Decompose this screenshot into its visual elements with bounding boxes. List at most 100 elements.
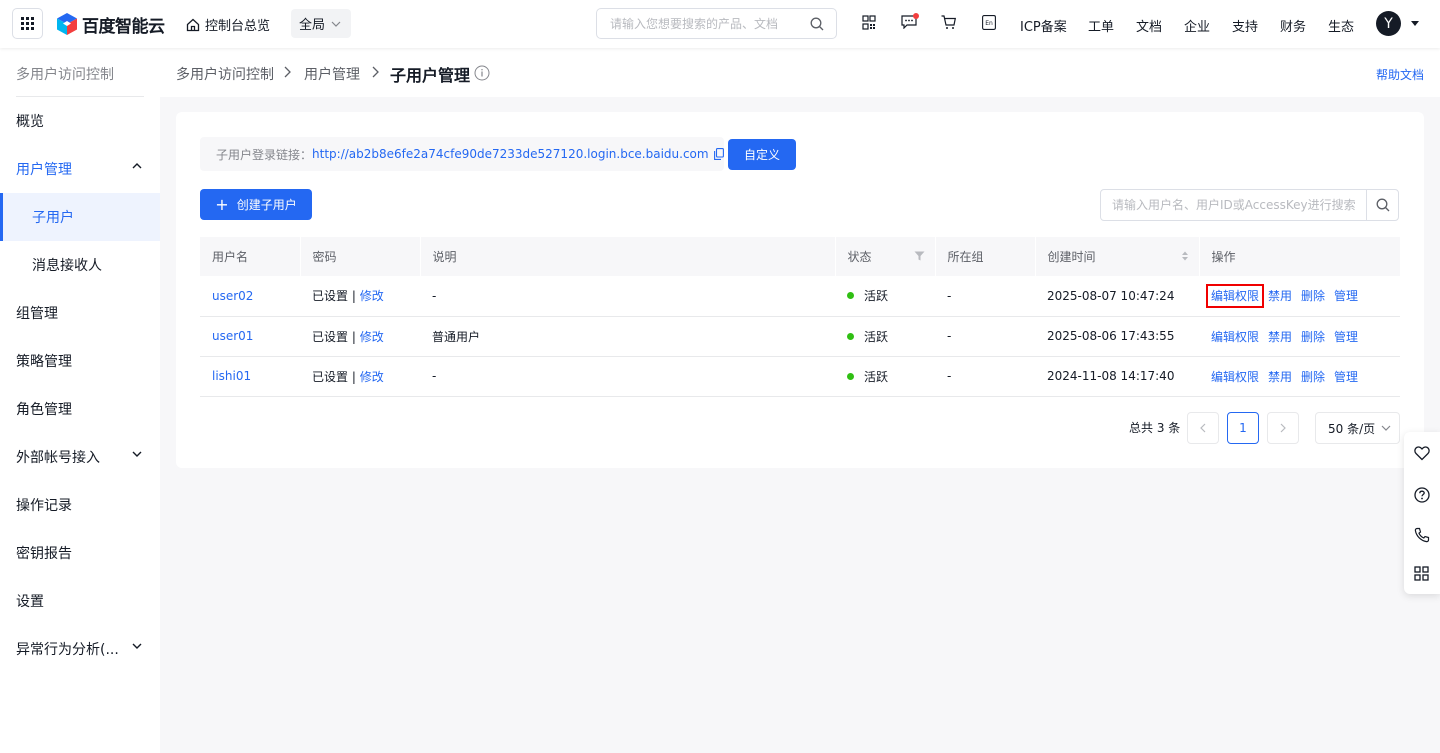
qrcode-icon[interactable]	[862, 15, 876, 30]
nav-ticket[interactable]: 工单	[1088, 16, 1114, 35]
home-icon	[186, 18, 200, 31]
chevron-right-icon	[372, 66, 379, 78]
edit-permission-link[interactable]: 编辑权限	[1211, 330, 1259, 344]
disable-link[interactable]: 禁用	[1268, 370, 1292, 384]
table-row: user01 已设置 | 修改 普通用户 活跃 - 2025-08-06 17:…	[200, 316, 1400, 356]
create-sub-user-button[interactable]: + 创建子用户	[200, 189, 312, 220]
sidebar-item-policy-management[interactable]: 策略管理	[0, 337, 160, 385]
user-avatar[interactable]: Y	[1376, 11, 1401, 36]
username-link[interactable]: user01	[212, 329, 253, 343]
chevron-down-icon	[1381, 425, 1391, 431]
created-time-cell: 2024-11-08 14:17:40	[1047, 369, 1175, 383]
breadcrumb-item[interactable]: 多用户访问控制	[176, 64, 274, 84]
sidebar-item-external-accounts[interactable]: 外部帐号接入	[0, 433, 160, 481]
disable-link[interactable]: 禁用	[1268, 330, 1292, 344]
user-search-input[interactable]	[1101, 190, 1365, 220]
column-header-group: 所在组	[934, 237, 1035, 276]
status-text: 活跃	[864, 329, 889, 344]
apps-grid-button[interactable]	[12, 8, 43, 39]
manage-link[interactable]: 管理	[1334, 330, 1358, 344]
sidebar-item-settings[interactable]: 设置	[0, 577, 160, 625]
nav-finance[interactable]: 财务	[1280, 16, 1306, 35]
help-docs-link[interactable]: 帮助文档	[1376, 66, 1424, 83]
group-cell: -	[947, 288, 952, 303]
sidebar-item-group-management[interactable]: 组管理	[0, 289, 160, 337]
user-search-button[interactable]	[1366, 190, 1398, 220]
delete-link[interactable]: 删除	[1301, 370, 1325, 384]
password-status: 已设置	[312, 369, 349, 384]
sidebar-item-role-management[interactable]: 角色管理	[0, 385, 160, 433]
console-overview-link[interactable]: 控制台总览	[186, 15, 270, 34]
nav-ecosystem[interactable]: 生态	[1328, 16, 1354, 35]
sidebar-item-label: 外部帐号接入	[16, 450, 100, 466]
customize-button[interactable]: 自定义	[728, 139, 796, 170]
sub-user-table: 用户名 密码 说明 状态 所在组 创建时间 操作 user02 已设置 | 修改…	[200, 237, 1400, 397]
language-en-icon[interactable]: En	[982, 15, 996, 30]
sidebar-item-label: 用户管理	[16, 162, 72, 178]
delete-link[interactable]: 删除	[1301, 289, 1325, 303]
caret-down-icon[interactable]	[1411, 21, 1419, 26]
table-row: lishi01 已设置 | 修改 - 活跃 - 2024-11-08 14:17…	[200, 356, 1400, 396]
description-cell: -	[432, 369, 437, 383]
unread-dot	[913, 13, 919, 19]
username-link[interactable]: lishi01	[212, 369, 251, 383]
manage-link[interactable]: 管理	[1334, 370, 1358, 384]
login-link-box: 子用户登录链接： http://ab2b8e6fe2a74cfe90de7233…	[200, 137, 724, 171]
modify-password-link[interactable]: 修改	[360, 330, 384, 344]
page-size-value: 50 条/页	[1328, 421, 1376, 436]
sidebar-item-label: 消息接收人	[32, 258, 102, 274]
page-size-select[interactable]: 50 条/页	[1315, 412, 1400, 444]
sidebar-item-message-receivers[interactable]: 消息接收人	[0, 241, 160, 289]
table-header-row: 用户名 密码 说明 状态 所在组 创建时间 操作	[200, 237, 1400, 276]
cart-icon[interactable]	[941, 15, 956, 30]
sidebar-item-anomaly-analysis[interactable]: 异常行为分析(...	[0, 625, 160, 673]
edit-permission-link[interactable]: 编辑权限	[1205, 284, 1265, 309]
login-link-label: 子用户登录链接：	[216, 147, 313, 162]
favorite-icon[interactable]	[1414, 446, 1430, 461]
user-search-box	[1100, 189, 1399, 221]
region-select[interactable]: 全局	[291, 9, 351, 38]
search-icon[interactable]	[810, 17, 824, 31]
sidebar-item-label: 角色管理	[16, 402, 72, 418]
sidebar-item-operation-log[interactable]: 操作记录	[0, 481, 160, 529]
nav-enterprise[interactable]: 企业	[1184, 16, 1210, 35]
info-icon[interactable]	[474, 65, 490, 81]
modify-password-link[interactable]: 修改	[360, 370, 384, 384]
apps-icon[interactable]	[1414, 566, 1429, 581]
delete-link[interactable]: 删除	[1301, 330, 1325, 344]
username-link[interactable]: user02	[212, 289, 253, 303]
pagination-total: 总共 3 条	[1129, 421, 1181, 435]
help-icon[interactable]	[1414, 487, 1430, 503]
pagination-page-button[interactable]: 1	[1227, 412, 1259, 444]
login-link-url[interactable]: http://ab2b8e6fe2a74cfe90de7233de527120.…	[312, 147, 709, 161]
status-text: 活跃	[864, 369, 889, 384]
modify-password-link[interactable]: 修改	[360, 289, 384, 303]
page-title: 子用户管理	[390, 66, 471, 85]
pagination-prev-button[interactable]	[1187, 412, 1219, 444]
region-value: 全局	[299, 18, 326, 33]
logo-cube-icon	[57, 13, 77, 35]
phone-icon[interactable]	[1414, 527, 1430, 543]
pagination-next-button[interactable]	[1267, 412, 1299, 444]
chevron-right-icon	[1280, 423, 1286, 433]
sidebar-item-overview[interactable]: 概览	[0, 97, 160, 145]
sidebar-item-user-management[interactable]: 用户管理	[0, 145, 160, 193]
nav-docs[interactable]: 文档	[1136, 16, 1162, 35]
manage-link[interactable]: 管理	[1334, 289, 1358, 303]
baidu-cloud-logo[interactable]: 百度智能云	[57, 12, 165, 37]
nav-icp-filing[interactable]: ICP备案	[1020, 16, 1067, 35]
disable-link[interactable]: 禁用	[1268, 289, 1292, 303]
copy-icon[interactable]	[713, 148, 724, 160]
global-search-input[interactable]: 请输入您想要搜索的产品、文档	[596, 8, 837, 39]
nav-support[interactable]: 支持	[1232, 16, 1258, 35]
filter-icon[interactable]	[914, 251, 925, 261]
password-status: 已设置	[312, 329, 349, 344]
sidebar-item-sub-users[interactable]: 子用户	[0, 193, 160, 241]
message-button[interactable]	[901, 13, 919, 30]
column-header-status: 状态	[834, 237, 935, 276]
sort-icon[interactable]	[1181, 250, 1189, 262]
breadcrumb-item[interactable]: 用户管理	[304, 64, 360, 84]
edit-permission-link[interactable]: 编辑权限	[1211, 370, 1259, 384]
group-cell: -	[947, 329, 952, 343]
sidebar-item-key-report[interactable]: 密钥报告	[0, 529, 160, 577]
